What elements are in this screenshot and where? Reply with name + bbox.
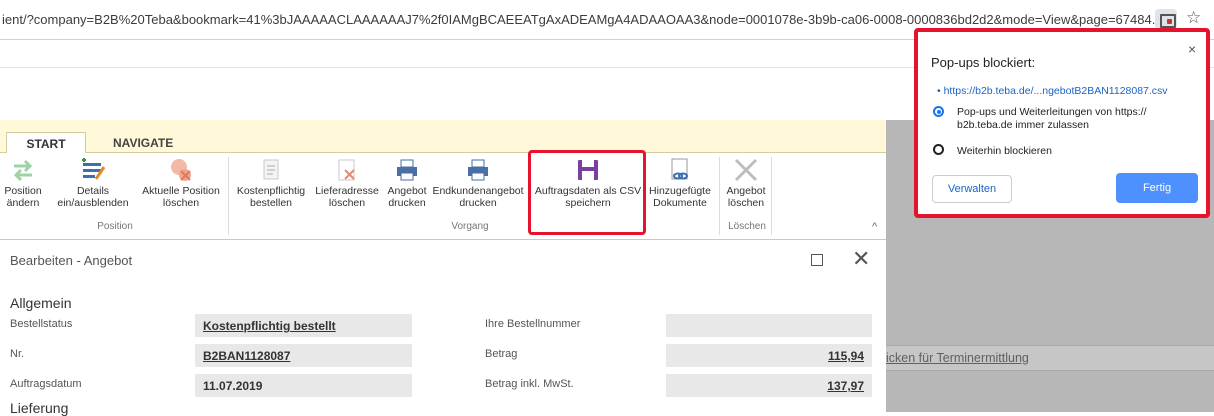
bestellnummer-field[interactable] <box>666 314 872 337</box>
printer-icon <box>465 157 491 183</box>
betrag-label: Betrag <box>485 348 518 360</box>
linked-document-icon <box>667 157 693 183</box>
url-text[interactable]: ient/?company=B2B%20Teba&bookmark=41%3bJ… <box>2 12 1163 27</box>
auftragsdatum-value: 11.07.2019 <box>195 374 412 397</box>
group-vorgang-label: Vorgang <box>451 221 489 232</box>
delete-position-icon <box>168 157 194 183</box>
section-allgemein: Allgemein <box>10 295 72 311</box>
blocked-popup-link[interactable]: • https://b2b.teba.de/...ngebotB2BAN1128… <box>937 85 1168 97</box>
betrag-mwst-label: Betrag inkl. MwSt. <box>485 378 574 390</box>
bestellnummer-label: Ihre Bestellnummer <box>485 318 581 330</box>
ribbon: Position ändern Details ein/ausblenden A… <box>0 153 886 240</box>
section-lieferung: Lieferung <box>10 400 69 416</box>
allow-popups-label: Pop-ups und Weiterleitungen von https://… <box>957 106 1147 131</box>
close-icon[interactable]: ✕ <box>852 246 870 272</box>
termin-link[interactable]: icken für Terminermittlung <box>886 351 1029 365</box>
nr-value[interactable]: B2BAN1128087 <box>195 344 412 367</box>
tab-navigate[interactable]: NAVIGATE <box>100 132 186 154</box>
details-edit-icon <box>80 157 106 183</box>
group-loeschen-label: Löschen <box>728 221 766 232</box>
manage-button[interactable]: Verwalten <box>932 175 1012 203</box>
ribbon-separator <box>771 157 772 235</box>
print-enduser-offer-button[interactable]: Endkundenangebot drucken <box>431 157 525 209</box>
bestellstatus-value[interactable]: Kostenpflichtig bestellt <box>195 314 412 337</box>
order-chargeable-button[interactable]: Kostenpflichtig bestellen <box>231 157 311 209</box>
keep-blocking-label: Weiterhin blockieren <box>957 145 1052 157</box>
delete-current-position-button[interactable]: Aktuelle Position löschen <box>137 157 225 209</box>
maximize-icon[interactable] <box>811 254 823 266</box>
keep-blocking-radio[interactable] <box>933 144 944 155</box>
close-icon[interactable]: × <box>1188 41 1196 57</box>
nr-label: Nr. <box>10 348 25 360</box>
background-link-strip: icken für Terminermittlung <box>886 345 1214 371</box>
popup-blocked-icon[interactable] <box>1155 9 1177 29</box>
toggle-details-button[interactable]: Details ein/ausblenden <box>53 157 133 209</box>
betrag-value[interactable]: 115,94 <box>666 344 872 367</box>
printer-icon <box>394 157 420 183</box>
dialog-title: Bearbeiten - Angebot <box>10 253 133 268</box>
done-button[interactable]: Fertig <box>1116 173 1198 203</box>
tab-start[interactable]: START <box>6 132 86 154</box>
document-order-icon <box>258 157 284 183</box>
popup-blocked-bubble: Pop-ups blockiert: × • https://b2b.teba.… <box>914 28 1210 218</box>
betrag-mwst-value[interactable]: 137,97 <box>666 374 872 397</box>
ribbon-separator <box>228 157 229 235</box>
delete-offer-button[interactable]: Angebot löschen <box>723 157 769 209</box>
star-icon[interactable]: ☆ <box>1186 8 1201 28</box>
change-position-button[interactable]: Position ändern <box>3 157 43 209</box>
popup-title: Pop-ups blockiert: <box>931 55 1036 70</box>
print-offer-button[interactable]: Angebot drucken <box>383 157 431 209</box>
delete-x-icon <box>733 157 759 183</box>
swap-arrows-icon <box>10 157 36 183</box>
ribbon-separator <box>719 157 720 235</box>
collapse-ribbon-icon[interactable]: ^ <box>872 221 877 233</box>
group-position-label: Position <box>97 221 133 232</box>
allow-popups-radio[interactable] <box>933 106 944 117</box>
edit-offer-dialog: Bearbeiten - Angebot ✕ Allgemein Bestell… <box>0 240 886 416</box>
bestellstatus-label: Bestellstatus <box>10 318 73 330</box>
highlight-box <box>528 150 646 235</box>
added-documents-button[interactable]: Hinzugefügte Dokumente <box>646 157 714 209</box>
delete-document-icon <box>334 157 360 183</box>
ribbon-tab-bar: START NAVIGATE <box>0 120 886 154</box>
delete-delivery-address-button[interactable]: Lieferadresse löschen <box>314 157 380 209</box>
auftragsdatum-label: Auftragsdatum <box>10 378 82 390</box>
